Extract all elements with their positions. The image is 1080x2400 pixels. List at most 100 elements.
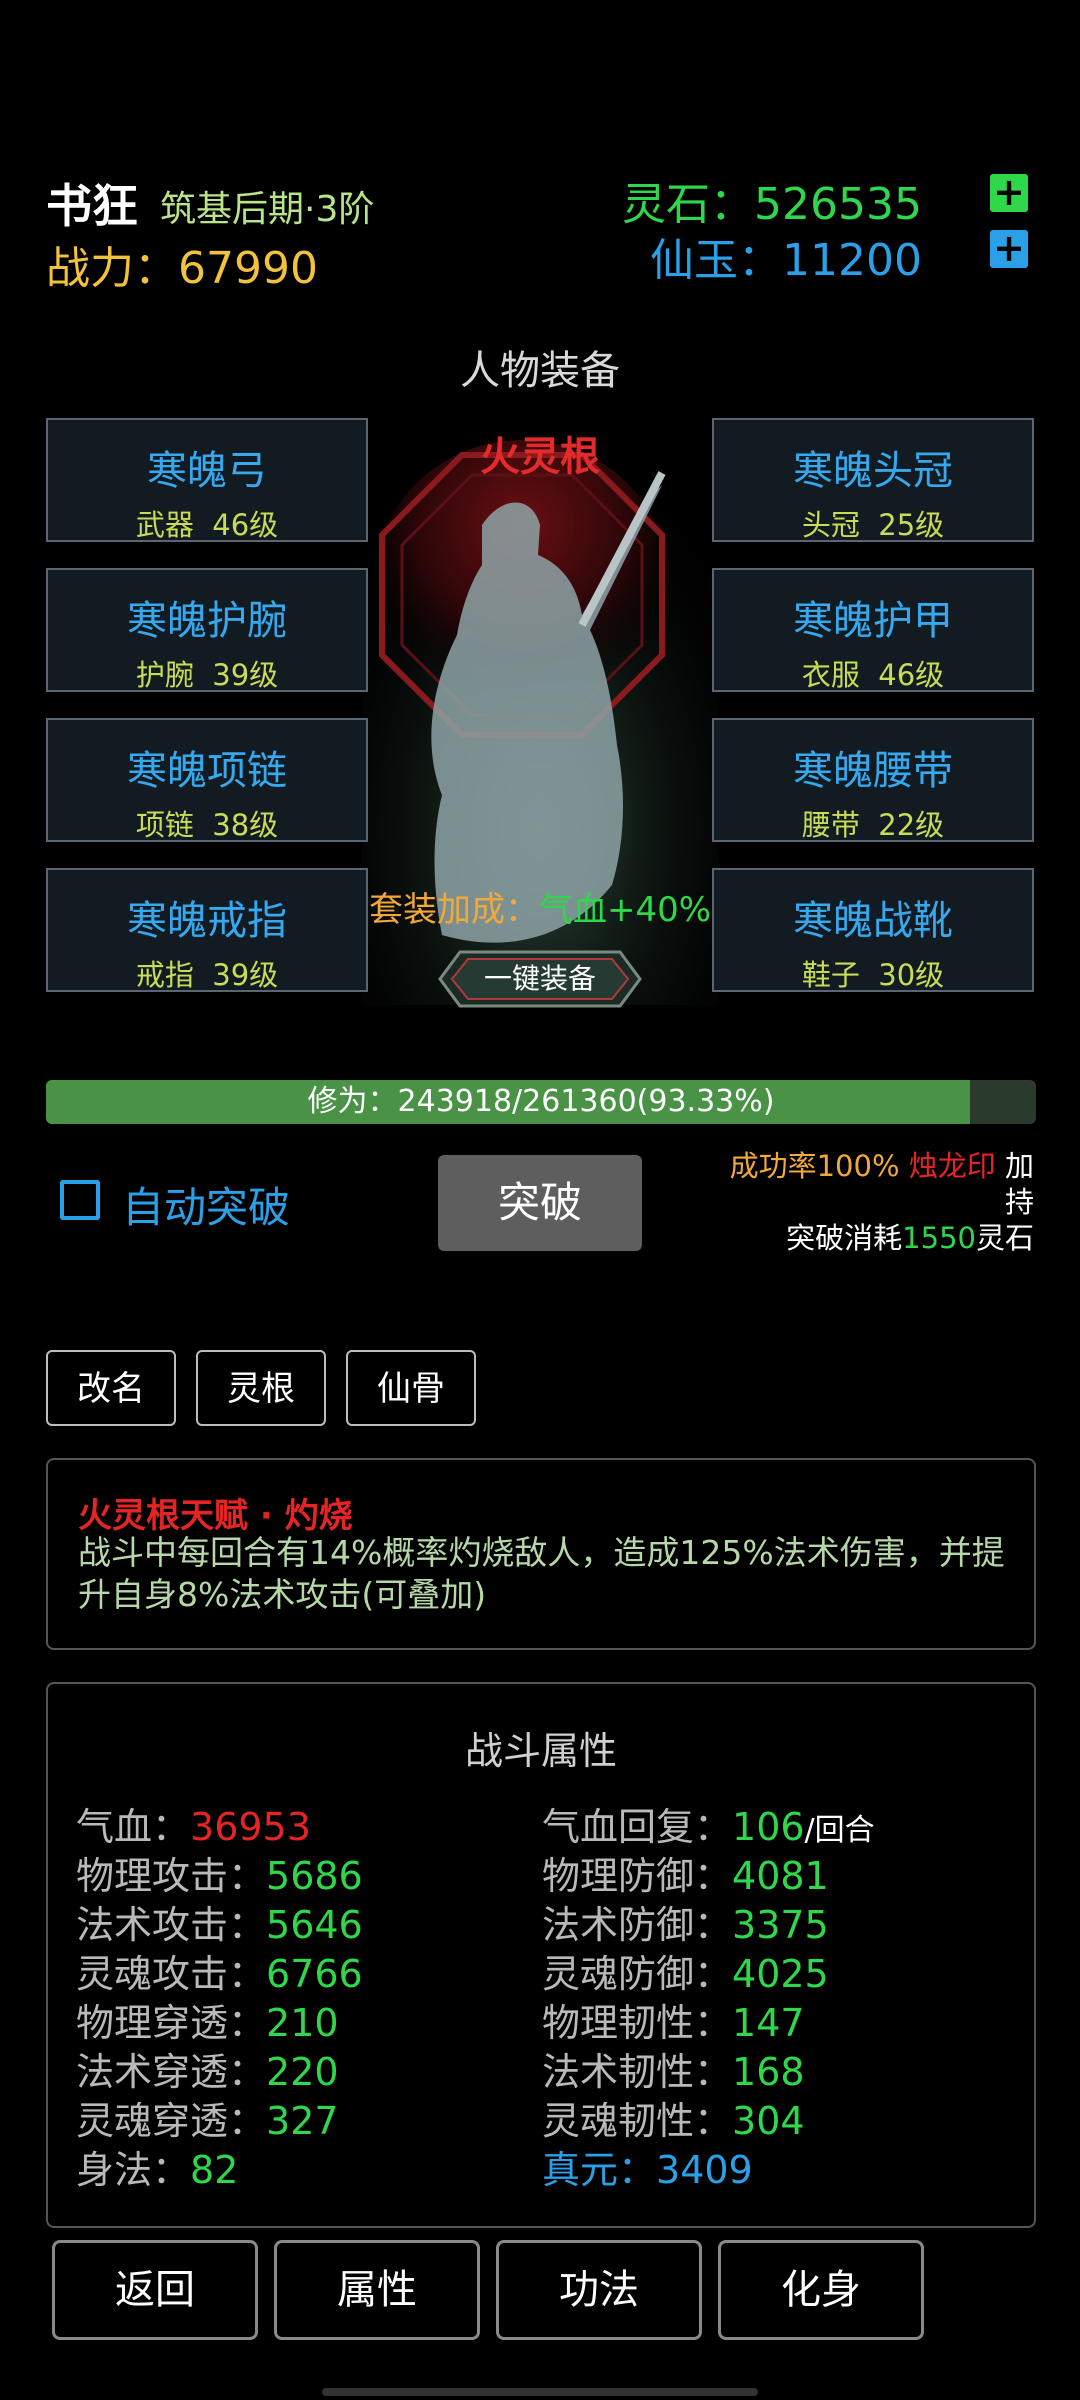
avatar-button[interactable]: 化身 xyxy=(718,2240,924,2340)
success-line: 成功率100% 烛龙印 加 xyxy=(704,1148,1034,1184)
stat-hp: 气血：36953 xyxy=(76,1796,311,1851)
breakthrough-info: 成功率100% 烛龙印 加 持 突破消耗1550灵石 xyxy=(704,1148,1034,1256)
stat-value: 220 xyxy=(266,2050,339,2094)
bless-a: 加 xyxy=(1004,1149,1034,1183)
add-immortal-jade-button[interactable]: + xyxy=(990,229,1028,268)
bless-b: 持 xyxy=(1004,1185,1034,1219)
set-bonus-label: 套装加成： xyxy=(368,890,539,930)
combat-power: 战力：67990 xyxy=(46,232,318,296)
auto-breakthrough-checkbox[interactable] xyxy=(60,1180,100,1220)
equip-slot-boots[interactable]: 寒魄战靴 鞋子 30级 xyxy=(712,868,1034,992)
equip-slot: 武器 xyxy=(135,508,194,542)
combat-power-value: 67990 xyxy=(178,243,318,294)
immortal-jade-value: 11200 xyxy=(782,235,922,286)
equip-slot-belt[interactable]: 寒魄腰带 腰带 22级 xyxy=(712,718,1034,842)
stat-value: 3375 xyxy=(732,1903,829,1947)
equip-info: 鞋子 30级 xyxy=(714,952,1032,994)
spirit-stone-balance: 灵石：526535 xyxy=(622,168,922,232)
add-spirit-stone-button[interactable]: + xyxy=(990,173,1028,212)
equip-info: 武器 46级 xyxy=(48,502,366,544)
stat-value: 304 xyxy=(732,2099,805,2143)
equip-all-button[interactable]: 一键装备 xyxy=(438,950,642,1008)
stat-magic-penetration: 法术穿透：220 xyxy=(76,2041,339,2096)
stat-label: 灵魂攻击： xyxy=(76,1952,267,1996)
immortal-jade-label: 仙玉： xyxy=(650,235,783,286)
stat-label: 物理韧性： xyxy=(542,2001,733,2045)
equip-slot-necklace[interactable]: 寒魄项链 项链 38级 xyxy=(46,718,368,842)
stat-physical-attack: 物理攻击：5686 xyxy=(76,1845,363,1900)
equipment-title: 人物装备 xyxy=(460,348,620,394)
attributes-button[interactable]: 属性 xyxy=(274,2240,480,2340)
stat-value: 210 xyxy=(266,2001,339,2045)
stat-value: 4025 xyxy=(732,1952,829,1996)
equip-slot-bracer[interactable]: 寒魄护腕 护腕 39级 xyxy=(46,568,368,692)
immortal-bone-button[interactable]: 仙骨 xyxy=(346,1350,476,1426)
equip-name: 寒魄弓 xyxy=(147,448,267,494)
equip-all-label: 一键装备 xyxy=(483,962,596,995)
stat-label: 气血回复： xyxy=(542,1805,733,1849)
equip-info: 项链 38级 xyxy=(48,802,366,844)
stat-value: 327 xyxy=(266,2099,339,2143)
equip-info: 护腕 39级 xyxy=(48,652,366,694)
cultivation-progress-bar: 修为：243918/261360(93.33%) xyxy=(46,1080,1036,1124)
equip-name: 寒魄战靴 xyxy=(793,898,953,944)
stat-label: 真元： xyxy=(542,2148,657,2192)
equip-slot-armor[interactable]: 寒魄护甲 衣服 46级 xyxy=(712,568,1034,692)
stat-value: 147 xyxy=(732,2001,805,2045)
equip-level: 22级 xyxy=(878,808,945,842)
equip-info: 衣服 46级 xyxy=(714,652,1032,694)
equip-slot: 头冠 xyxy=(801,508,860,542)
auto-breakthrough-label[interactable]: 自动突破 xyxy=(122,1174,290,1235)
equip-level: 46级 xyxy=(878,658,945,692)
stat-label: 法术攻击： xyxy=(76,1903,267,1947)
breakthrough-button[interactable]: 突破 xyxy=(438,1155,642,1251)
stat-label: 法术穿透： xyxy=(76,2050,267,2094)
stat-unit: /回合 xyxy=(804,1813,875,1848)
equip-name: 寒魄护腕 xyxy=(127,598,287,644)
stat-soul-attack: 灵魂攻击：6766 xyxy=(76,1943,363,1998)
techniques-button[interactable]: 功法 xyxy=(496,2240,702,2340)
spirit-stone-label: 灵石： xyxy=(622,179,755,230)
immortal-jade-balance: 仙玉：11200 xyxy=(650,224,922,288)
stat-label: 气血： xyxy=(76,1805,191,1849)
stat-hp-regen: 气血回复：106/回合 xyxy=(542,1796,875,1851)
cost-value: 1550 xyxy=(902,1221,976,1255)
stat-label: 物理防御： xyxy=(542,1854,733,1898)
stat-physical-toughness: 物理韧性：147 xyxy=(542,1992,805,2047)
stat-label: 法术防御： xyxy=(542,1903,733,1947)
stat-magic-toughness: 法术韧性：168 xyxy=(542,2041,805,2096)
equip-level: 39级 xyxy=(212,958,279,992)
equip-slot-weapon[interactable]: 寒魄弓 武器 46级 xyxy=(46,418,368,542)
equip-name: 寒魄戒指 xyxy=(127,898,287,944)
back-button[interactable]: 返回 xyxy=(52,2240,258,2340)
stat-label: 物理穿透： xyxy=(76,2001,267,2045)
talent-description: 战斗中每回合有14%概率灼烧敌人，造成125%法术伤害，并提升自身8%法术攻击(… xyxy=(78,1533,1005,1614)
equip-name: 寒魄护甲 xyxy=(793,598,953,644)
stat-value: 4081 xyxy=(732,1854,829,1898)
rename-button[interactable]: 改名 xyxy=(46,1350,176,1426)
talent-title: 火灵根天赋 · 灼烧 xyxy=(78,1496,353,1536)
equip-slot-ring[interactable]: 寒魄戒指 戒指 39级 xyxy=(46,868,368,992)
stat-label: 灵魂穿透： xyxy=(76,2099,267,2143)
talent-panel: 火灵根天赋 · 灼烧 战斗中每回合有14%概率灼烧敌人，造成125%法术伤害，并… xyxy=(46,1458,1036,1650)
equip-slot: 腰带 xyxy=(801,808,860,842)
stat-label: 身法： xyxy=(76,2148,191,2192)
stat-value: 36953 xyxy=(190,1805,311,1849)
stat-label: 法术韧性： xyxy=(542,2050,733,2094)
equip-slot-helmet[interactable]: 寒魄头冠 头冠 25级 xyxy=(712,418,1034,542)
equip-level: 25级 xyxy=(878,508,945,542)
spirit-root-button[interactable]: 灵根 xyxy=(196,1350,326,1426)
cost-suffix: 灵石 xyxy=(975,1221,1034,1255)
stat-value: 168 xyxy=(732,2050,805,2094)
equip-name: 寒魄项链 xyxy=(127,748,287,794)
stat-label: 物理攻击： xyxy=(76,1854,267,1898)
equip-name: 寒魄头冠 xyxy=(793,448,953,494)
stat-value: 5646 xyxy=(266,1903,363,1947)
stat-agility: 身法：82 xyxy=(76,2139,238,2194)
equip-level: 30级 xyxy=(878,958,945,992)
equip-slot: 项链 xyxy=(135,808,194,842)
equip-level: 46级 xyxy=(212,508,279,542)
home-indicator[interactable] xyxy=(322,2388,758,2396)
equip-slot: 护腕 xyxy=(135,658,194,692)
equip-info: 戒指 39级 xyxy=(48,952,366,994)
